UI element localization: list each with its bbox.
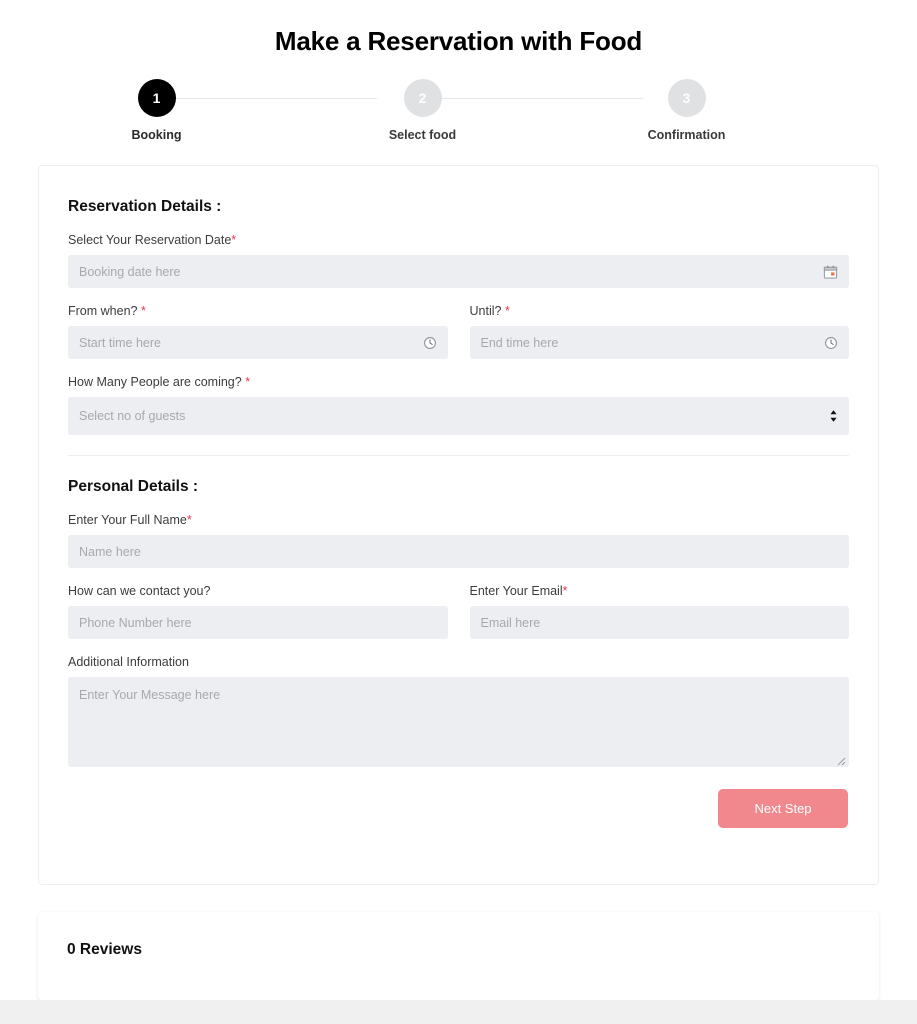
email-input[interactable] [469, 606, 849, 639]
guests-label-text: How Many People are coming? [68, 375, 242, 389]
guests-select[interactable] [68, 397, 849, 435]
guests-select-wrap [68, 397, 849, 435]
start-time-input-wrap [68, 326, 448, 359]
end-time-field: Until? * [469, 304, 850, 359]
stepper-circle-3: 3 [667, 79, 706, 117]
phone-label-text: How can we contact you? [68, 584, 211, 598]
page-title: Make a Reservation with Food [274, 26, 643, 56]
full-name-input[interactable] [68, 535, 849, 568]
reservation-date-field: Select Your Reservation Date* [68, 233, 849, 288]
required-asterisk: * [186, 513, 192, 527]
reservation-date-label-text: Select Your Reservation Date [68, 233, 232, 247]
next-step-button[interactable]: Next Step [718, 789, 848, 828]
full-name-label-text: Enter Your Full Name [68, 513, 187, 527]
end-time-label: Until? * [470, 304, 850, 318]
page-footer-strip [0, 1000, 917, 1024]
start-time-field: From when? * [68, 304, 448, 359]
message-label: Additional Information [68, 655, 849, 669]
phone-field: How can we contact you? [68, 584, 448, 639]
start-time-label-text: From when? [68, 304, 138, 318]
reviews-title: 0 Reviews [67, 941, 142, 958]
reservation-page: Make a Reservation with Food 1 Booking 2… [0, 0, 917, 1024]
required-asterisk: * [245, 375, 251, 389]
message-label-text: Additional Information [68, 655, 189, 669]
message-textarea[interactable] [68, 677, 849, 767]
email-label: Enter Your Email* [470, 584, 850, 598]
start-time-input[interactable] [68, 326, 448, 359]
full-name-field: Enter Your Full Name* [68, 513, 849, 568]
message-field: Additional Information [68, 655, 849, 767]
end-time-input-wrap [469, 326, 849, 359]
stepper-step-booking[interactable]: 1 Booking [97, 79, 217, 142]
booking-form-card: Reservation Details : Select Your Reserv… [38, 165, 879, 885]
stepper-step-select-food[interactable]: 2 Select food [363, 79, 483, 142]
personal-details-heading: Personal Details : [68, 478, 199, 495]
contact-fields-row: How can we contact you? Enter Your Email… [68, 584, 849, 639]
required-asterisk: * [231, 233, 237, 247]
phone-input[interactable] [68, 606, 448, 639]
reviews-card: 0 Reviews [38, 912, 879, 1000]
full-name-label: Enter Your Full Name* [68, 513, 849, 527]
reservation-date-input[interactable] [68, 255, 849, 288]
stepper-step-confirmation[interactable]: 3 Confirmation [627, 79, 747, 142]
reservation-date-label: Select Your Reservation Date* [68, 233, 849, 247]
stepper-label-1: Booking [131, 128, 182, 142]
stepper-label-3: Confirmation [647, 128, 726, 142]
end-time-label-text: Until? [469, 304, 502, 318]
time-fields-row: From when? * Until? * [68, 304, 849, 359]
required-asterisk: * [140, 304, 146, 318]
section-divider [68, 455, 849, 456]
email-label-text: Enter Your Email [469, 584, 563, 598]
end-time-input[interactable] [469, 326, 849, 359]
guests-field: How Many People are coming? * [68, 375, 849, 435]
email-field: Enter Your Email* [469, 584, 850, 639]
required-asterisk: * [504, 304, 510, 318]
stepper-circle-2: 2 [403, 79, 442, 117]
guests-label: How Many People are coming? * [68, 375, 849, 389]
reservation-date-input-wrap [68, 255, 849, 288]
phone-label: How can we contact you? [68, 584, 448, 598]
message-textarea-wrap [68, 677, 849, 767]
stepper-circle-1: 1 [137, 79, 176, 117]
start-time-label: From when? * [68, 304, 448, 318]
form-actions: Next Step [68, 789, 849, 828]
progress-stepper: 1 Booking 2 Select food 3 Confirmation [109, 79, 809, 142]
stepper-label-2: Select food [388, 128, 457, 142]
reservation-details-heading: Reservation Details : [68, 198, 222, 215]
required-asterisk: * [562, 584, 568, 598]
